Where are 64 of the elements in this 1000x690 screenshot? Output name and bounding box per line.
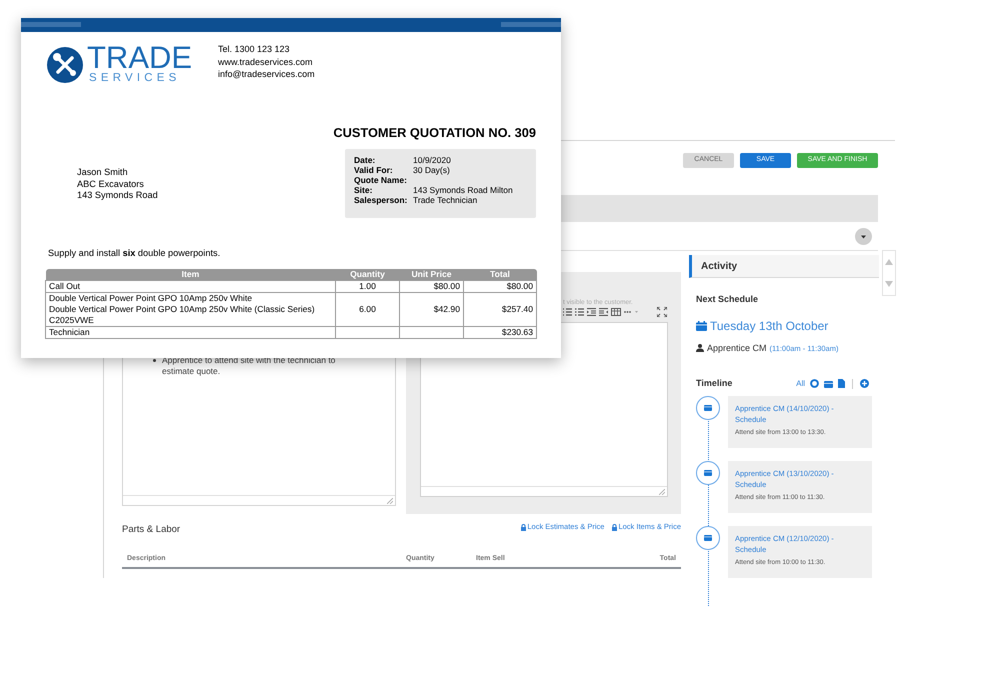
table-cell: $230.63 bbox=[464, 326, 536, 338]
fullscreen-icon[interactable] bbox=[657, 307, 667, 317]
column-header: Total bbox=[464, 268, 536, 280]
section-title: Next Schedule bbox=[696, 293, 760, 306]
table-cell: 6.00 bbox=[336, 292, 400, 326]
detail-label: Quote Name: bbox=[354, 175, 408, 185]
table-cell: $257.40 bbox=[464, 292, 536, 326]
detail-value: Trade Technician bbox=[413, 195, 478, 205]
column-header: Quantity bbox=[336, 268, 400, 280]
column-header: Item bbox=[46, 268, 336, 280]
calendar-icon bbox=[704, 534, 712, 541]
column-header: Unit Price bbox=[400, 268, 464, 280]
detail-value: 143 Symonds Road Milton bbox=[413, 185, 514, 195]
padlock-icon bbox=[612, 524, 618, 530]
table-cell: $80.00 bbox=[400, 280, 464, 292]
table-icon[interactable] bbox=[611, 308, 621, 316]
bullet-icon bbox=[153, 359, 156, 362]
detail-label: Date: bbox=[354, 155, 376, 165]
assignee-name: Apprentice CM bbox=[707, 342, 767, 355]
table-cell: $42.90 bbox=[400, 292, 464, 326]
table-cell: 1.00 bbox=[336, 280, 400, 292]
bullet-list-icon[interactable] bbox=[563, 308, 572, 316]
resize-handle-icon[interactable] bbox=[659, 489, 665, 495]
document-title: CUSTOMER QUOTATION NO. 309 bbox=[333, 125, 536, 140]
section-title: Parts & Labor bbox=[122, 522, 180, 537]
logo-wordmark: TRADE bbox=[87, 44, 192, 72]
outdent-icon[interactable] bbox=[599, 308, 608, 316]
logo-tagline: SERVICES bbox=[89, 72, 182, 85]
calendar-icon[interactable] bbox=[824, 380, 833, 388]
calendar-icon bbox=[704, 404, 712, 411]
table-cell: Double Vertical Power Point GPO 10Amp 250v White Double Vertical Power Point GPO 10Amp 250v White (Classic Series) C2025VWE bbox=[46, 292, 336, 326]
filter-all-link[interactable]: All bbox=[796, 378, 805, 390]
address-line: Jason Smith bbox=[77, 167, 129, 178]
resize-handle-icon[interactable] bbox=[387, 498, 393, 504]
note-text: Apprentice to attend site with the technician to estimate quote. bbox=[162, 355, 336, 377]
tools-logo-icon bbox=[47, 46, 83, 82]
schedule-date: Tuesday 13th October bbox=[710, 318, 828, 334]
padlock-icon bbox=[521, 524, 526, 530]
activity-title: Activity bbox=[701, 260, 738, 274]
add-icon[interactable] bbox=[860, 379, 869, 388]
document-icon[interactable] bbox=[838, 379, 845, 388]
more-options-icon[interactable] bbox=[624, 309, 639, 315]
contact-line: info@tradeservices.com bbox=[218, 68, 315, 80]
dropdown-caret-icon[interactable] bbox=[855, 228, 872, 244]
address-line: 143 Symonds Road bbox=[77, 190, 158, 202]
detail-label: Site: bbox=[354, 185, 374, 195]
calendar-icon bbox=[696, 320, 707, 330]
person-icon bbox=[696, 344, 704, 352]
table-cell: Technician bbox=[46, 326, 336, 338]
calendar-icon bbox=[704, 469, 712, 476]
numbered-list-icon[interactable] bbox=[575, 308, 584, 316]
address-line: ABC Excavators bbox=[77, 178, 145, 190]
contact-line: www.tradeservices.com bbox=[218, 56, 314, 68]
description-text: Supply and install six double powerpoints. bbox=[48, 247, 222, 260]
detail-label: Salesperson: bbox=[354, 195, 408, 205]
circle-icon[interactable] bbox=[810, 379, 819, 388]
section-title: Timeline bbox=[696, 377, 732, 390]
table-cell: $80.00 bbox=[464, 280, 536, 292]
table-cell: Call Out bbox=[46, 280, 336, 292]
detail-value: 10/9/2020 bbox=[413, 155, 452, 165]
contact-line: Tel. 1300 123 123 bbox=[218, 43, 291, 56]
detail-label: Valid For: bbox=[354, 165, 394, 175]
detail-value: 30 Day(s) bbox=[413, 165, 451, 175]
indent-icon[interactable] bbox=[587, 308, 596, 316]
